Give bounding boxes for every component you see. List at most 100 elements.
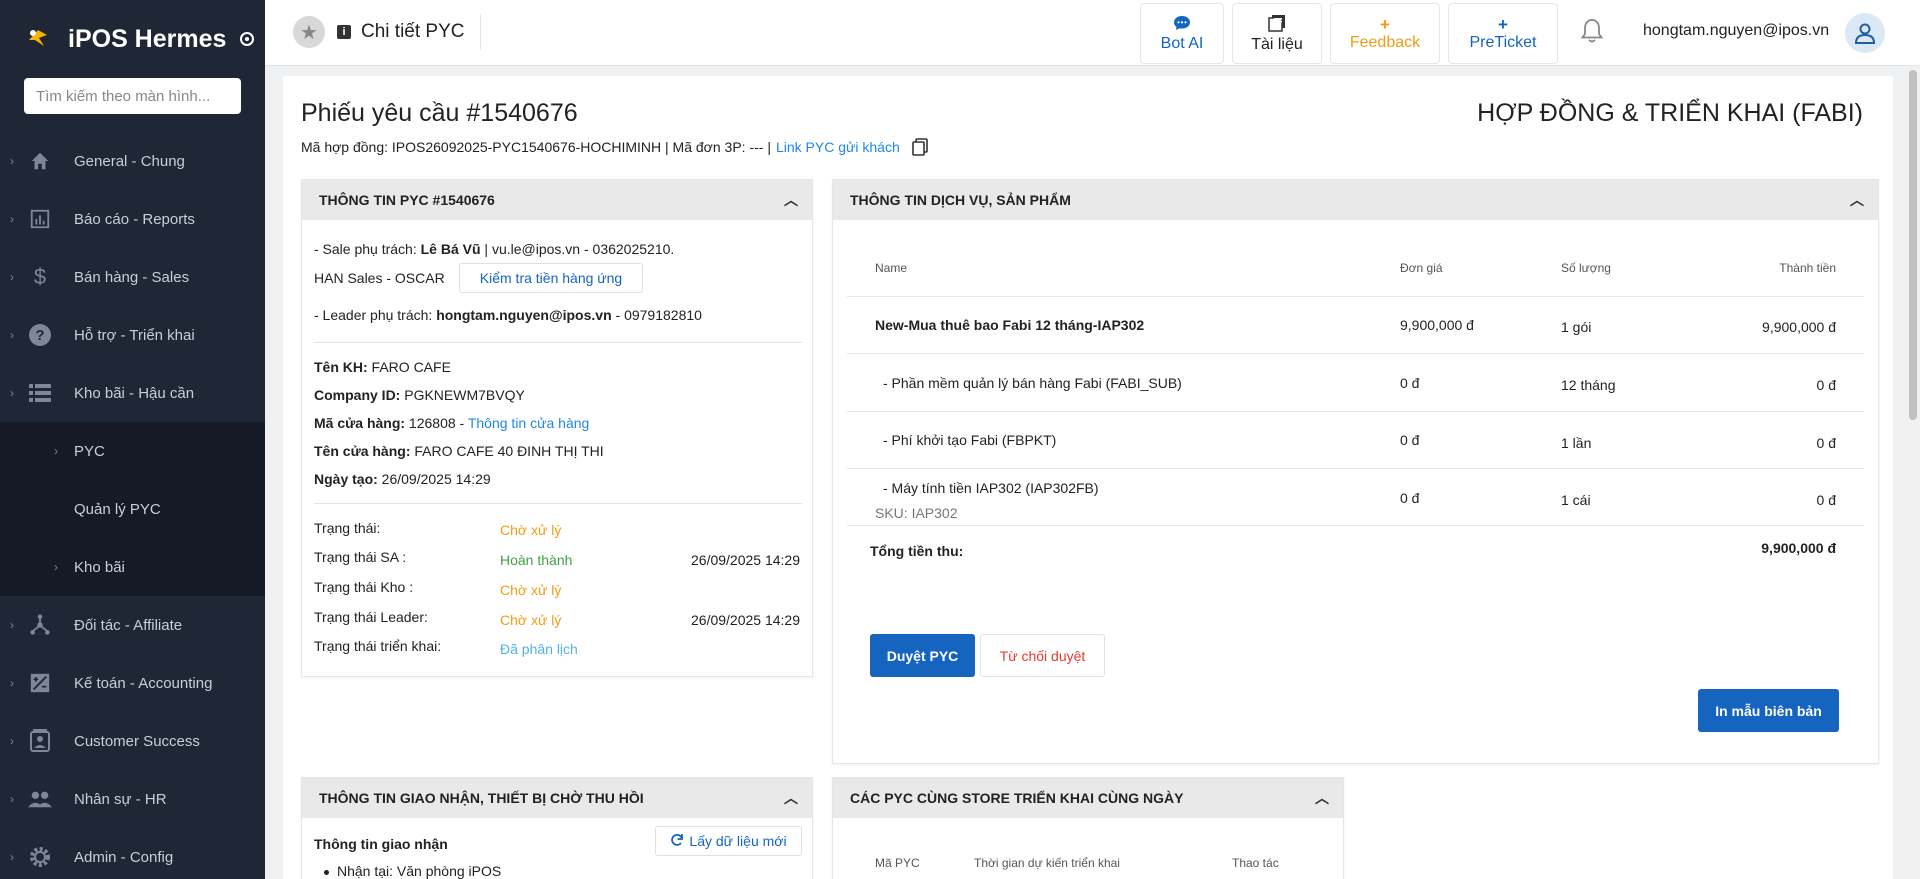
home-icon bbox=[28, 149, 52, 173]
status-label: Trạng thái Leader: bbox=[314, 609, 428, 625]
item-sku: SKU: IAP302 bbox=[875, 505, 958, 521]
sidebar-item-customer-success[interactable]: › Customer Success bbox=[0, 712, 265, 770]
header-title-text: Chi tiết PYC bbox=[361, 21, 465, 42]
sidebar-item-hr[interactable]: › Nhân sự - HR bbox=[0, 770, 265, 828]
bot-ai-label: Bot AI bbox=[1160, 34, 1204, 52]
sidebar-submenu: › PYC Quản lý PYC › Kho bãi bbox=[0, 422, 265, 596]
delivery-info-card: THÔNG TIN GIAO NHẬN, THIẾT BỊ CHỜ THU HỒ… bbox=[301, 777, 813, 879]
chevron-up-icon[interactable]: ︿ bbox=[1315, 788, 1329, 808]
leader-phone: - 0979182810 bbox=[611, 307, 702, 323]
sidebar-item-general[interactable]: › General - Chung bbox=[0, 132, 265, 190]
brand-name: iPOS Hermes bbox=[68, 24, 227, 53]
feedback-button[interactable]: + Feedback bbox=[1330, 3, 1440, 64]
gear-icon bbox=[28, 845, 52, 869]
delivery-header[interactable]: THÔNG TIN GIAO NHẬN, THIẾT BỊ CHỜ THU HỒ… bbox=[302, 778, 812, 818]
contract-type-title: HỢP ĐỒNG & TRIỂN KHAI (FABI) bbox=[1477, 99, 1863, 127]
status-label: Trạng thái SA : bbox=[314, 549, 407, 565]
user-avatar-icon[interactable] bbox=[1845, 13, 1885, 53]
radio-dot-icon[interactable] bbox=[240, 32, 255, 46]
list-icon bbox=[28, 381, 52, 405]
status-label: Trạng thái Kho : bbox=[314, 579, 414, 595]
chevron-up-icon[interactable]: ︿ bbox=[1850, 190, 1864, 210]
column-header-total: Thành tiền bbox=[1779, 261, 1836, 275]
sidebar-subitem-warehouse[interactable]: › Kho bãi bbox=[0, 538, 265, 596]
company-id-line: Company ID: PGKNEWM7BVQY bbox=[314, 387, 525, 403]
copy-icon[interactable] bbox=[911, 138, 928, 156]
chevron-right-icon: › bbox=[10, 328, 14, 342]
help-icon: ? bbox=[28, 323, 52, 347]
chevron-up-icon[interactable]: ︿ bbox=[784, 788, 798, 808]
sidebar-search-input[interactable] bbox=[36, 87, 241, 105]
pyc-info-header[interactable]: THÔNG TIN PYC #1540676 ︿ bbox=[302, 180, 812, 220]
refresh-data-button[interactable]: Lấy dữ liệu mới bbox=[655, 826, 802, 856]
sidebar-item-label: Nhân sự - HR bbox=[74, 790, 167, 808]
chevron-right-icon: › bbox=[54, 560, 58, 574]
check-advance-button[interactable]: Kiểm tra tiền hàng ứng bbox=[459, 263, 643, 293]
top-header: ★ i Chi tiết PYC Bot AI Tài liệu + Feedb… bbox=[265, 0, 1920, 66]
same-store-title: CÁC PYC CÙNG STORE TRIỂN KHAI CÙNG NGÀY bbox=[850, 790, 1184, 806]
sidebar-item-reports[interactable]: › Báo cáo - Reports bbox=[0, 190, 265, 248]
store-info-link[interactable]: Thông tin cửa hàng bbox=[468, 415, 589, 431]
status-value[interactable]: Đã phân lịch bbox=[500, 641, 578, 657]
item-total: 9,900,000 đ bbox=[1762, 319, 1836, 335]
favorite-star-icon[interactable]: ★ bbox=[293, 16, 325, 48]
status-value: Hoàn thành bbox=[500, 552, 573, 568]
chevron-right-icon: › bbox=[10, 676, 14, 690]
sidebar-item-admin[interactable]: › Admin - Config bbox=[0, 828, 265, 879]
bot-ai-button[interactable]: Bot AI bbox=[1140, 3, 1224, 64]
same-store-pyc-card: CÁC PYC CÙNG STORE TRIỂN KHAI CÙNG NGÀY … bbox=[832, 777, 1344, 879]
service-header[interactable]: THÔNG TIN DỊCH VỤ, SẢN PHẨM ︿ bbox=[833, 180, 1878, 220]
created-date-line: Ngày tạo: 26/09/2025 14:29 bbox=[314, 471, 491, 487]
preticket-label: PreTicket bbox=[1469, 33, 1537, 51]
sidebar-item-affiliate[interactable]: › Đối tác - Affiliate bbox=[0, 596, 265, 654]
item-price: 9,900,000 đ bbox=[1400, 317, 1474, 333]
sidebar-item-sales[interactable]: › $ Bán hàng - Sales bbox=[0, 248, 265, 306]
preticket-button[interactable]: + PreTicket bbox=[1448, 3, 1558, 64]
customer-value: FARO CAFE bbox=[367, 359, 451, 375]
table-divider bbox=[847, 468, 1864, 469]
docs-button[interactable]: Tài liệu bbox=[1232, 3, 1322, 64]
same-store-header[interactable]: CÁC PYC CÙNG STORE TRIỂN KHAI CÙNG NGÀY … bbox=[833, 778, 1343, 818]
chevron-right-icon: › bbox=[54, 444, 58, 458]
item-name: - Phí khởi tạo Fabi (FBPKT) bbox=[883, 432, 1057, 448]
notification-bell-icon[interactable] bbox=[1580, 18, 1606, 46]
item-name: - Máy tính tiền IAP302 (IAP302FB) bbox=[883, 480, 1099, 496]
sidebar-subitem-pyc[interactable]: › PYC bbox=[0, 422, 265, 480]
chevron-right-icon: › bbox=[10, 386, 14, 400]
chevron-up-icon[interactable]: ︿ bbox=[784, 190, 798, 210]
sale-contact: | vu.le@ipos.vn - 0362025210. bbox=[480, 241, 675, 257]
customer-link[interactable]: Link PYC gửi khách bbox=[776, 139, 900, 155]
leader-prefix: - Leader phụ trách: bbox=[314, 307, 437, 323]
page-scrollbar[interactable] bbox=[1906, 66, 1920, 879]
column-header-actions: Thao tác bbox=[1232, 856, 1279, 870]
brand[interactable]: iPOS Hermes bbox=[0, 0, 265, 78]
plus-icon: + bbox=[1380, 14, 1390, 34]
sidebar-subitem-manage-pyc[interactable]: Quản lý PYC bbox=[0, 480, 265, 538]
scrollbar-thumb[interactable] bbox=[1909, 70, 1917, 420]
sidebar-item-warehouse[interactable]: › Kho bãi - Hậu cần bbox=[0, 364, 265, 422]
sidebar-subitem-label: Quản lý PYC bbox=[74, 500, 161, 518]
user-email[interactable]: hongtam.nguyen@ipos.vn bbox=[1643, 22, 1829, 40]
item-qty: 1 gói bbox=[1561, 319, 1592, 335]
store-name-value: FARO CAFE 40 ĐINH THỊ THI bbox=[410, 443, 604, 459]
sidebar-item-label: Customer Success bbox=[74, 732, 200, 750]
reject-approval-button[interactable]: Từ chối duyệt bbox=[980, 634, 1105, 677]
sidebar-item-label: Bán hàng - Sales bbox=[74, 268, 190, 286]
sale-name: Lê Bá Vũ bbox=[420, 241, 481, 257]
approve-pyc-button[interactable]: Duyệt PYC bbox=[870, 634, 975, 677]
sales-team: HAN Sales - OSCAR bbox=[314, 270, 445, 286]
delivery-title: THÔNG TIN GIAO NHẬN, THIẾT BỊ CHỜ THU HỒ… bbox=[319, 790, 644, 806]
chevron-right-icon: › bbox=[10, 734, 14, 748]
item-qty: 1 lần bbox=[1561, 435, 1592, 451]
sidebar-search[interactable] bbox=[24, 78, 241, 114]
sidebar-item-accounting[interactable]: › Kế toán - Accounting bbox=[0, 654, 265, 712]
status-value: Chờ xử lý bbox=[500, 522, 562, 538]
refresh-icon bbox=[670, 833, 684, 850]
item-total: 0 đ bbox=[1816, 492, 1836, 508]
print-report-button[interactable]: In mẫu biên bản bbox=[1698, 689, 1839, 732]
service-title: THÔNG TIN DỊCH VỤ, SẢN PHẨM bbox=[850, 192, 1071, 208]
item-name: New-Mua thuê bao Fabi 12 tháng-IAP302 bbox=[875, 317, 1145, 333]
sidebar-item-support[interactable]: › ? Hỗ trợ - Triển khai bbox=[0, 306, 265, 364]
item-price: 0 đ bbox=[1400, 490, 1420, 506]
item-name: - Phần mềm quản lý bán hàng Fabi (FABI_S… bbox=[883, 375, 1182, 391]
